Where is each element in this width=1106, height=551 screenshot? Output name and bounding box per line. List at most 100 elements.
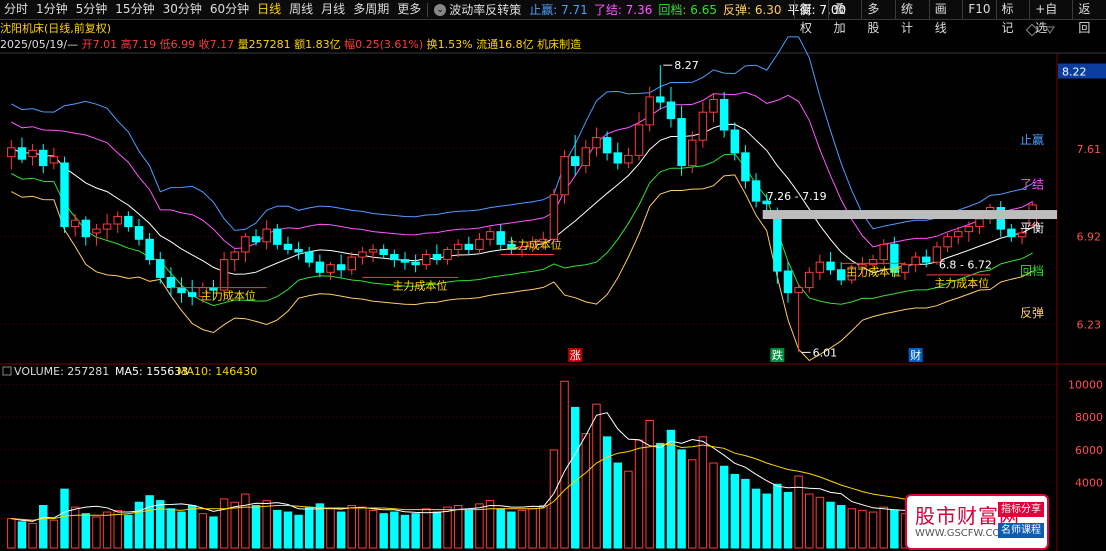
candle[interactable]	[549, 188, 559, 242]
volume-bar[interactable]	[698, 436, 708, 549]
candle[interactable]	[443, 246, 452, 265]
volume-bar[interactable]	[602, 436, 612, 549]
volume-bar[interactable]	[134, 501, 144, 549]
volume-bar[interactable]	[879, 506, 888, 549]
volume-bar[interactable]	[677, 449, 686, 549]
volume-bar[interactable]	[624, 470, 633, 549]
volume-bar[interactable]	[166, 508, 176, 549]
indicator-settings-icon[interactable]: ⌄	[434, 3, 447, 16]
timeframe-tab-6[interactable]: 日线	[253, 0, 285, 19]
candle[interactable]	[422, 249, 431, 270]
candle[interactable]	[283, 236, 293, 255]
timeframe-tab-3[interactable]: 15分钟	[111, 0, 158, 19]
volume-bar[interactable]	[805, 493, 814, 549]
volume-bar[interactable]	[283, 511, 293, 549]
candle[interactable]	[187, 279, 197, 306]
volume-bar[interactable]	[560, 380, 569, 549]
volume-bar[interactable]	[475, 503, 484, 549]
candle[interactable]	[230, 249, 239, 272]
volume-bar[interactable]	[187, 505, 197, 549]
candle[interactable]	[134, 218, 144, 246]
volume-bar[interactable]	[656, 442, 665, 549]
candle[interactable]	[805, 267, 814, 293]
volume-bar[interactable]	[485, 500, 495, 549]
candle[interactable]	[751, 173, 761, 208]
volume-bar[interactable]	[124, 514, 133, 549]
volume-bar[interactable]	[92, 516, 101, 549]
candle[interactable]	[666, 86, 676, 128]
volume-bar[interactable]	[453, 505, 463, 549]
candle[interactable]	[315, 254, 325, 278]
volume-bar[interactable]	[539, 505, 548, 549]
candle[interactable]	[613, 142, 622, 170]
volume-bar[interactable]	[666, 429, 676, 549]
timeframe-tab-9[interactable]: 多周期	[349, 0, 393, 19]
toolbar-button-0[interactable]: 复权	[794, 0, 828, 35]
volume-bar[interactable]	[496, 508, 505, 549]
volume-bar[interactable]	[836, 505, 846, 549]
volume-bar[interactable]	[326, 508, 335, 549]
volume-bar[interactable]	[156, 500, 165, 549]
candle[interactable]	[92, 224, 101, 246]
volume-bar[interactable]	[145, 495, 154, 549]
candle[interactable]	[815, 254, 825, 280]
volume-bar[interactable]	[17, 521, 27, 549]
volume-bar[interactable]	[304, 506, 314, 549]
volume-bar[interactable]	[730, 473, 740, 549]
timeframe-tab-2[interactable]: 5分钟	[72, 0, 112, 19]
volume-bar[interactable]	[411, 513, 420, 549]
candle[interactable]	[326, 262, 335, 280]
volume-bar[interactable]	[815, 496, 825, 549]
volume-bar[interactable]	[358, 506, 367, 549]
candle[interactable]	[911, 251, 920, 273]
volume-bar[interactable]	[762, 493, 771, 549]
volume-bar[interactable]	[443, 506, 452, 549]
volume-bar[interactable]	[464, 509, 474, 549]
candle[interactable]	[262, 220, 271, 250]
volume-bar[interactable]	[592, 403, 601, 549]
volume-bar[interactable]	[70, 506, 80, 549]
toolbar-button-1[interactable]: 叠加	[827, 0, 862, 35]
volume-bar[interactable]	[294, 514, 303, 549]
volume-bar[interactable]	[7, 518, 16, 549]
volume-bar[interactable]	[613, 462, 622, 549]
candle[interactable]	[39, 143, 48, 174]
volume-bar[interactable]	[528, 508, 537, 549]
candle[interactable]	[634, 112, 644, 161]
toolbar-button-4[interactable]: 画线	[928, 0, 963, 35]
volume-bar[interactable]	[209, 516, 218, 549]
candle[interactable]	[60, 156, 69, 233]
volume-bar[interactable]	[81, 513, 91, 549]
volume-bar[interactable]	[634, 439, 644, 549]
candle[interactable]	[879, 239, 888, 265]
candle[interactable]	[943, 232, 952, 252]
candle[interactable]	[709, 93, 718, 123]
candle[interactable]	[368, 244, 378, 263]
volume-bar[interactable]	[262, 500, 271, 549]
candle[interactable]	[102, 213, 112, 240]
candle[interactable]	[645, 86, 654, 132]
volume-panel-collapse-icon[interactable]	[2, 366, 12, 376]
candle[interactable]	[294, 241, 303, 260]
candle[interactable]	[251, 229, 261, 246]
candle[interactable]	[581, 140, 591, 174]
volume-bar[interactable]	[368, 509, 378, 549]
candle[interactable]	[273, 224, 282, 250]
candle[interactable]	[475, 232, 484, 255]
candle[interactable]	[464, 236, 474, 255]
volume-bar[interactable]	[219, 498, 229, 549]
volume-bar[interactable]	[847, 508, 857, 549]
timeframe-tab-0[interactable]: 分时	[0, 0, 32, 19]
toolbar-button-3[interactable]: 统计	[895, 0, 929, 35]
candle[interactable]	[826, 251, 835, 275]
candle[interactable]	[432, 244, 442, 265]
candle[interactable]	[156, 251, 165, 284]
candle[interactable]	[70, 213, 80, 237]
candle[interactable]	[656, 65, 665, 110]
candle[interactable]	[7, 140, 16, 170]
volume-bar[interactable]	[379, 513, 388, 549]
sector[interactable]: 机床制造	[537, 38, 581, 51]
volume-bar[interactable]	[422, 508, 431, 549]
volume-bar[interactable]	[177, 511, 186, 549]
volume-bar[interactable]	[858, 509, 867, 549]
